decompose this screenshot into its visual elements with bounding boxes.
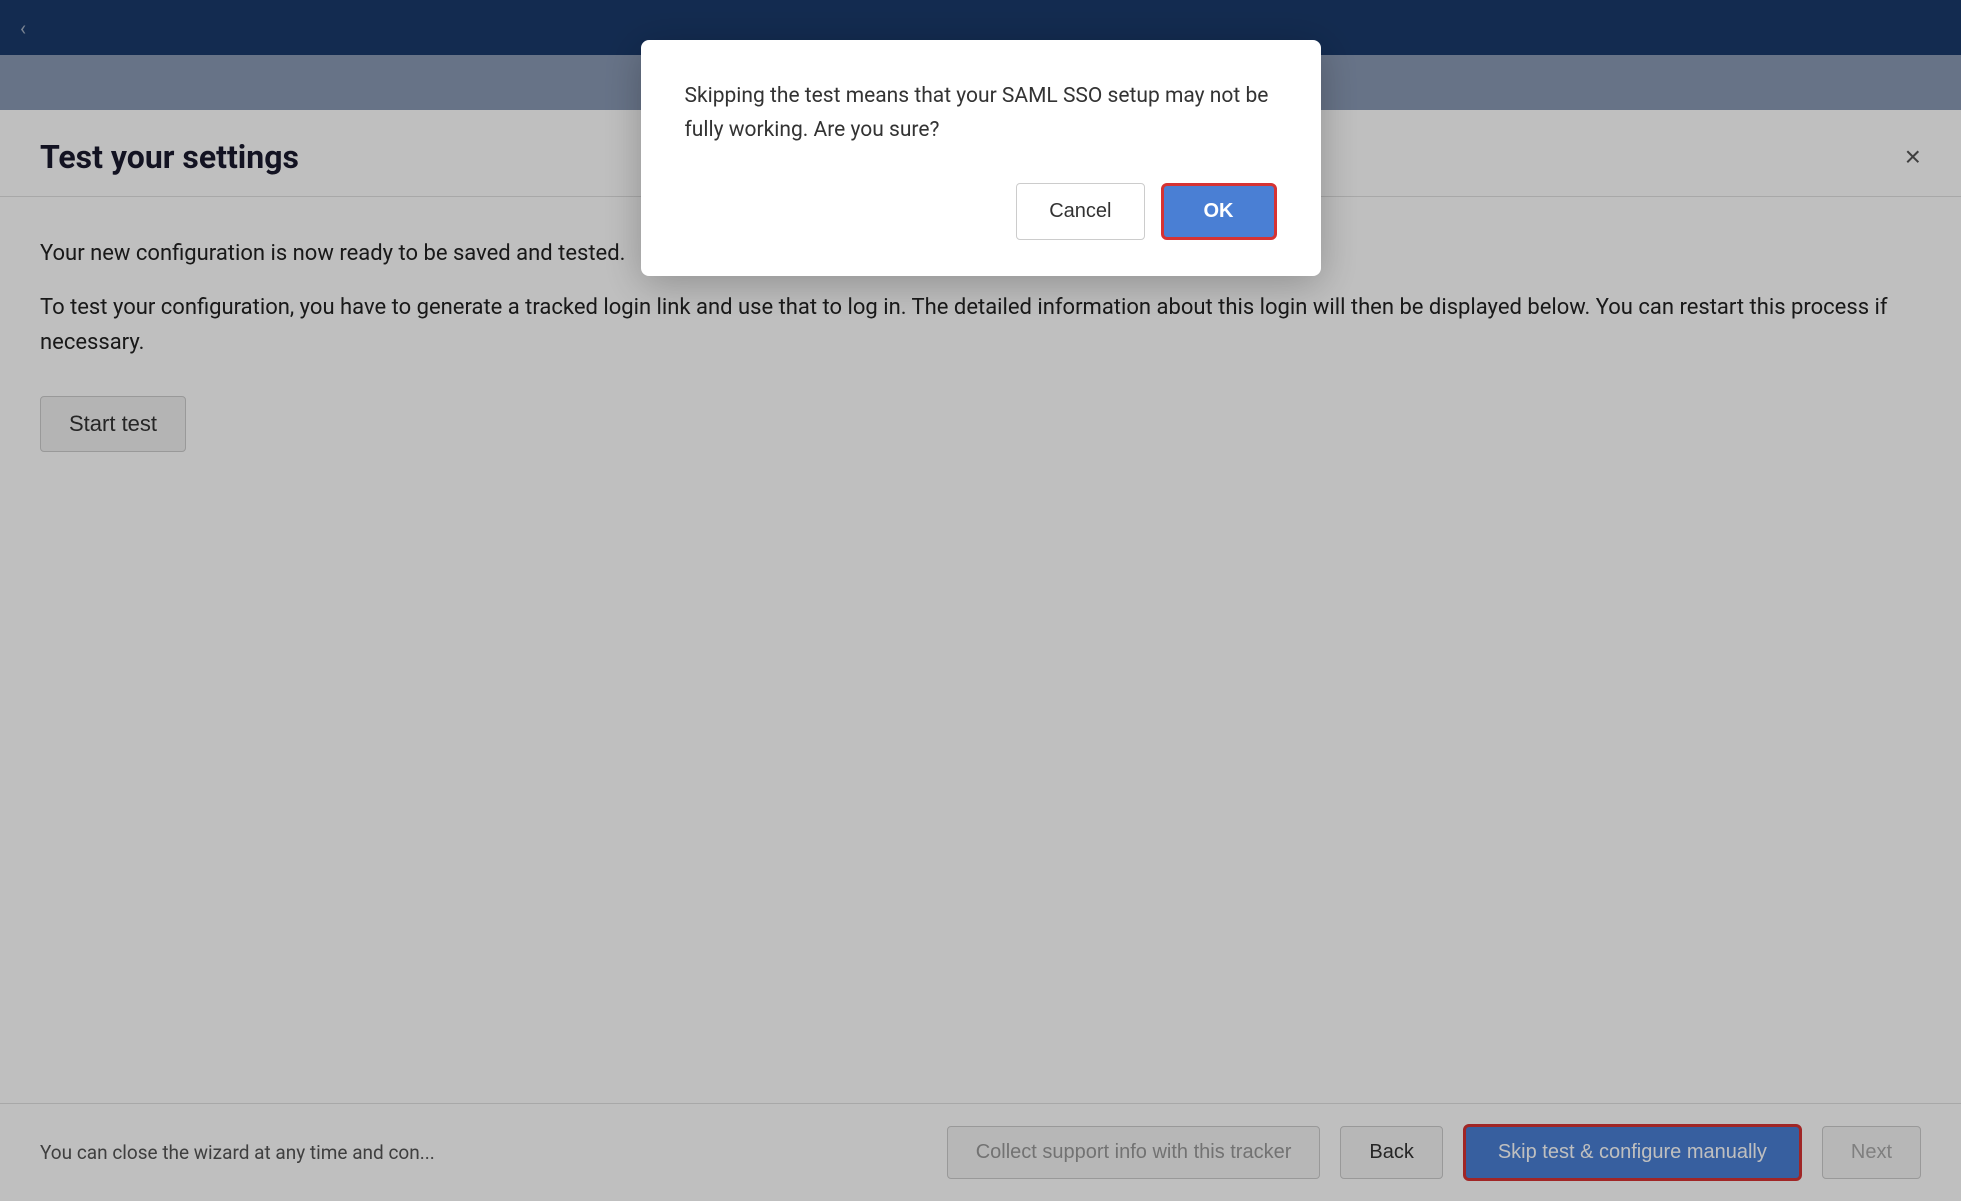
dialog-cancel-button[interactable]: Cancel	[1016, 183, 1144, 240]
dialog-message: Skipping the test means that your SAML S…	[685, 80, 1277, 147]
dialog-actions: Cancel OK	[685, 183, 1277, 240]
confirmation-dialog: Skipping the test means that your SAML S…	[641, 40, 1321, 276]
dialog-ok-button[interactable]: OK	[1161, 183, 1277, 240]
